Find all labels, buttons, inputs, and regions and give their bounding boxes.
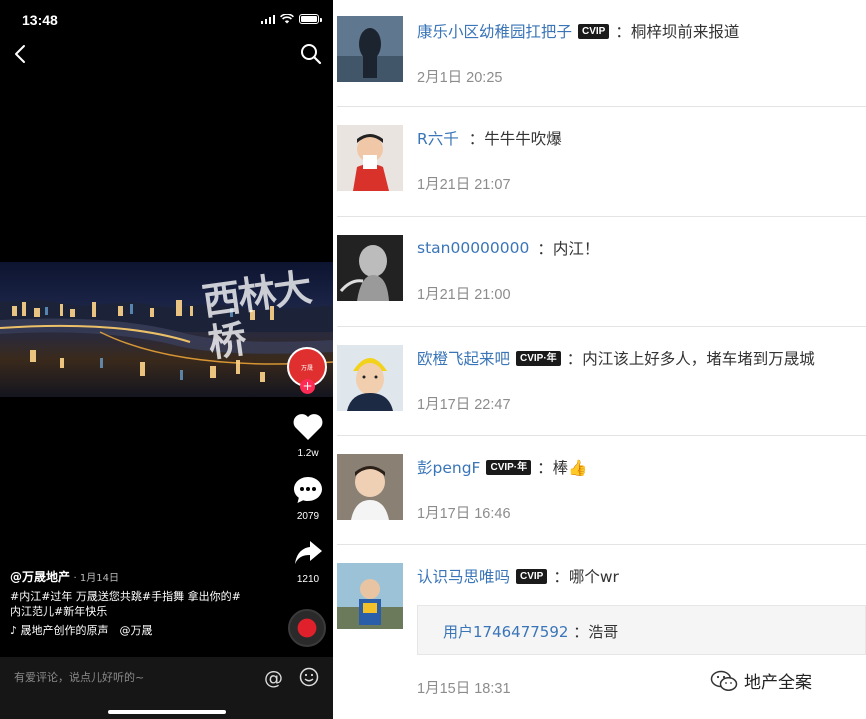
comment-username[interactable]: 认识马思唯吗	[417, 565, 510, 587]
comment-line: stan00000000 ：内江！	[417, 237, 599, 259]
comment-text: ：桐梓坝前来报道	[615, 23, 740, 41]
comment-bubble-icon	[294, 477, 322, 503]
caption-text-line1: #内江#过年 万晟送您共跳#手指舞 拿出你的#	[10, 590, 241, 603]
share-button[interactable]: 1210	[288, 538, 328, 585]
watermark-text: 地产全案	[744, 673, 812, 693]
heart-icon	[293, 414, 323, 440]
wifi-icon	[280, 14, 294, 24]
phone-screen: 13:48 西林大桥 万晟 + 1.2w 2079 1210 @万晟地产 · 1…	[0, 0, 333, 719]
comment-list: 康乐小区幼稚园扛把子 CVIP ：桐梓坝前来报道 2月1日 20:25 R六千 …	[333, 0, 866, 719]
comment-text: ：内江！	[537, 240, 600, 258]
comment-item: stan00000000 ：内江！ 1月21日 21:00	[333, 217, 866, 327]
comment-item: 欧橙飞起来吧 CVIP·年 ：内江该上好多人，堵车堵到万晟城 1月17日 22:…	[333, 327, 866, 436]
comment-time: 1月21日 21:00	[417, 287, 511, 303]
share-arrow-icon	[295, 541, 322, 564]
at-mention-icon[interactable]: @	[264, 667, 283, 689]
comment-input[interactable]: 有爱评论，说点儿好听的~	[14, 669, 144, 685]
like-button[interactable]: 1.2w	[288, 412, 328, 459]
avatar[interactable]	[337, 454, 403, 520]
vip-badge: CVIP	[578, 23, 610, 39]
status-bar: 13:48	[0, 0, 333, 40]
battery-icon	[299, 14, 322, 24]
caption-author[interactable]: @万晟地产	[10, 570, 70, 584]
avatar[interactable]	[337, 235, 403, 301]
avatar[interactable]	[337, 563, 403, 629]
comment-text: ：内江该上好多人，堵车堵到万晟城	[566, 350, 815, 368]
reply-text: ：浩哥	[573, 623, 619, 641]
home-indicator	[108, 710, 226, 714]
caption-text-line2: 内江范儿#新年快乐	[10, 605, 108, 618]
like-count: 1.2w	[297, 448, 319, 459]
comment-username[interactable]: 彭pengF	[417, 456, 480, 478]
comment-line: 彭pengF CVIP·年 ：棒👍	[417, 456, 587, 478]
avatar[interactable]	[337, 345, 403, 411]
comment-text: ：棒👍	[537, 459, 588, 477]
avatar[interactable]	[337, 125, 403, 191]
share-count: 1210	[296, 574, 320, 585]
vip-badge: CVIP·年	[486, 459, 532, 475]
brand-badge-text: 万晟	[300, 364, 313, 372]
follow-button[interactable]: +	[300, 379, 315, 394]
comment-line: 欧橙飞起来吧 CVIP·年 ：内江该上好多人，堵车堵到万晟城	[417, 347, 815, 369]
status-icons	[260, 14, 322, 24]
comment-username[interactable]: stan00000000	[417, 239, 529, 257]
comment-time: 1月15日 18:31	[417, 681, 511, 697]
back-arrow-icon[interactable]	[10, 42, 32, 66]
comment-line: R六千 ：牛牛牛吹爆	[417, 127, 562, 149]
watermark: 地产全案	[710, 668, 812, 693]
comment-time: 1月17日 22:47	[417, 397, 511, 413]
music-credit[interactable]: ♪ 晟地产创作的原声 @万晟	[10, 623, 280, 638]
comment-line: 认识马思唯吗 CVIP ：哪个wr	[417, 565, 619, 587]
comment-line: 康乐小区幼稚园扛把子 CVIP ：桐梓坝前来报道	[417, 20, 739, 42]
signal-icon	[260, 14, 275, 24]
comment-text: ：牛牛牛吹爆	[468, 130, 562, 148]
comment-item: 彭pengF CVIP·年 ：棒👍 1月17日 16:46	[333, 436, 866, 545]
video-caption: @万晟地产 · 1月14日 #内江#过年 万晟送您共跳#手指舞 拿出你的# 内江…	[10, 570, 280, 638]
reply-username[interactable]: 用户1746477592	[443, 623, 568, 641]
comment-item: R六千 ：牛牛牛吹爆 1月21日 21:07	[333, 107, 866, 217]
vip-badge: CVIP	[516, 568, 548, 584]
comment-time: 1月17日 16:46	[417, 506, 511, 522]
reply-box: 用户1746477592 ：浩哥	[417, 605, 866, 655]
comment-button[interactable]: 2079	[288, 475, 328, 522]
search-icon[interactable]	[299, 42, 323, 66]
comment-text: ：哪个wr	[553, 568, 619, 586]
avatar[interactable]	[337, 16, 403, 82]
status-time: 13:48	[22, 12, 58, 28]
comment-username[interactable]: R六千	[417, 127, 459, 149]
music-disc-icon[interactable]	[288, 609, 326, 647]
comment-bar: 有爱评论，说点儿好听的~ @	[0, 657, 333, 719]
vip-badge: CVIP·年	[516, 350, 561, 366]
comment-item: 康乐小区幼稚园扛把子 CVIP ：桐梓坝前来报道 2月1日 20:25	[333, 0, 866, 107]
caption-date: · 1月14日	[73, 573, 119, 584]
comment-username[interactable]: 康乐小区幼稚园扛把子	[417, 20, 572, 42]
comment-time: 1月21日 21:07	[417, 177, 511, 193]
comment-username[interactable]: 欧橙飞起来吧	[417, 347, 510, 369]
comment-count: 2079	[296, 511, 320, 522]
wechat-icon	[710, 670, 738, 691]
comment-time: 2月1日 20:25	[417, 70, 503, 86]
emoji-icon[interactable]	[299, 667, 319, 687]
